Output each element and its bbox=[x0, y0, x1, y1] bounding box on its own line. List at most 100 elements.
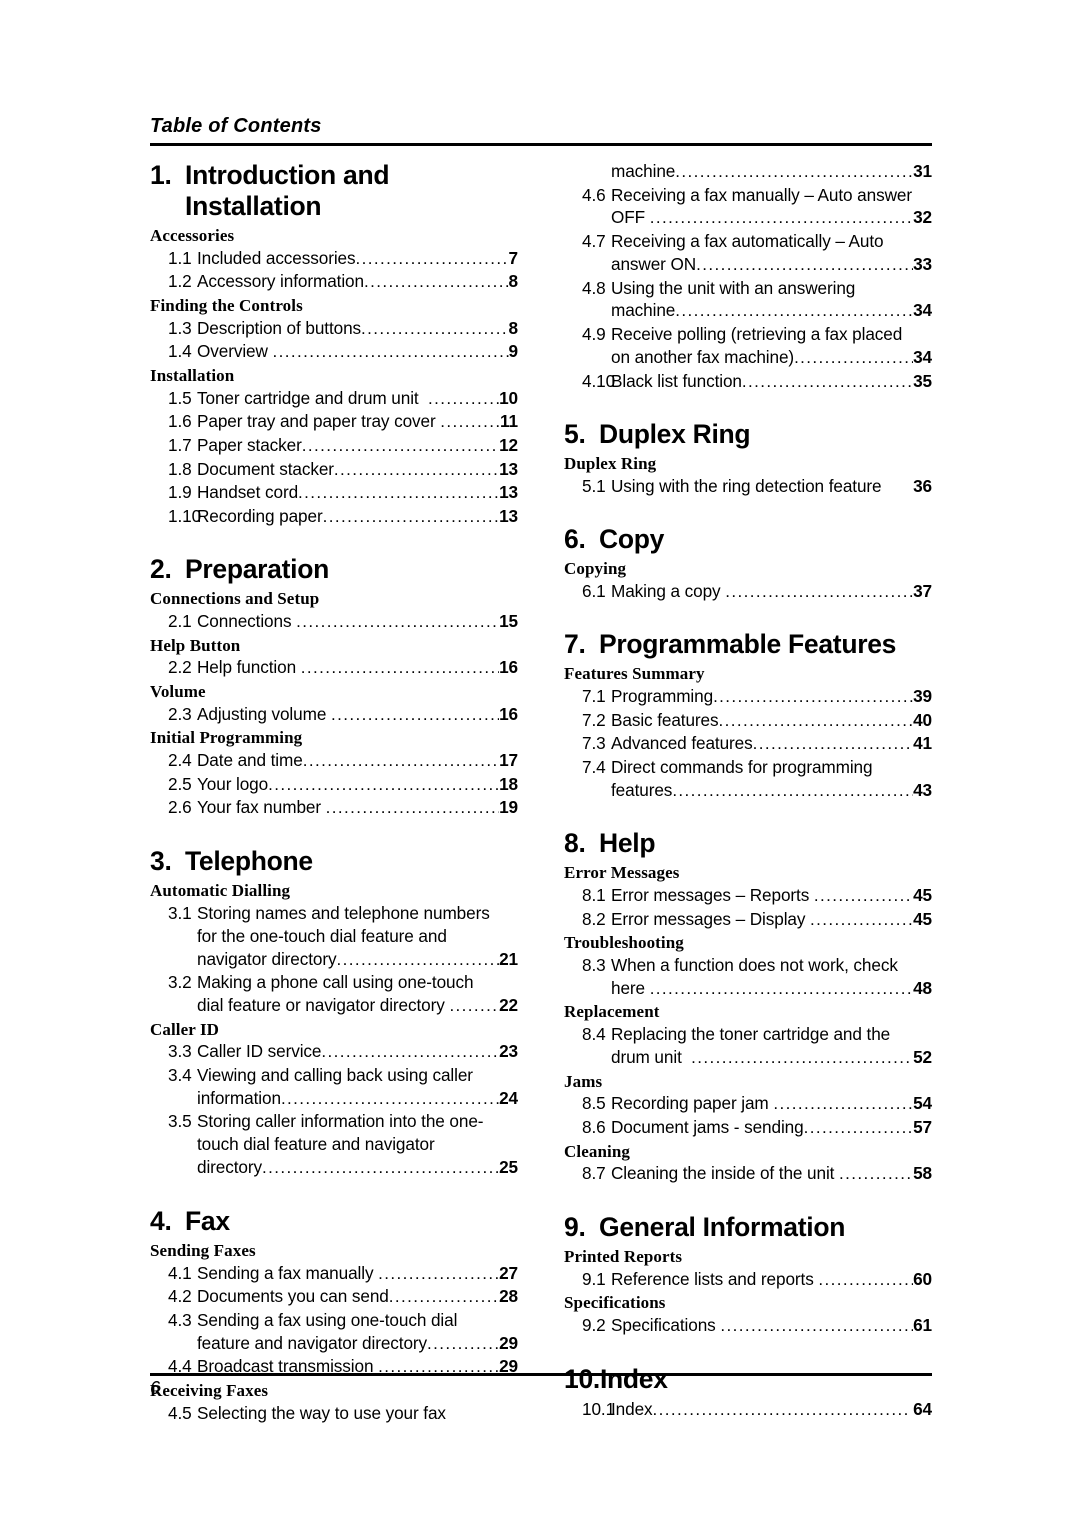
toc-entry-number: 4.8 bbox=[582, 277, 606, 298]
toc-entry[interactable]: 7.3Advanced features 41 bbox=[564, 732, 932, 756]
toc-entry-body: Documents you can send 28 bbox=[197, 1285, 518, 1309]
toc-entry[interactable]: 7.1Programming 39 bbox=[564, 685, 932, 709]
toc-entry[interactable]: 4.10Black list function 35 bbox=[564, 370, 932, 394]
toc-leader-dots bbox=[262, 1157, 499, 1180]
toc-entry-label: Index bbox=[611, 1398, 653, 1419]
toc-entry[interactable]: 4.1Sending a fax manually 27 bbox=[150, 1262, 518, 1286]
toc-entry-body: Included accessories 7 bbox=[197, 247, 518, 271]
toc-column-right: machine 31 4.6Receiving a fax manually – A… bbox=[564, 160, 932, 1424]
toc-entry[interactable]: 8.5Recording paper jam 54 bbox=[564, 1092, 932, 1116]
toc-entry-body: Caller ID service 23 bbox=[197, 1040, 518, 1064]
toc-entry[interactable]: 2.6Your fax number 19 bbox=[150, 796, 518, 820]
toc-entry[interactable]: 2.4Date and time 17 bbox=[150, 749, 518, 773]
toc-chapter[interactable]: 7. Programmable Features bbox=[564, 629, 932, 660]
toc-entry[interactable]: 1.9Handset cord 13 bbox=[150, 481, 518, 505]
toc-leader-dots bbox=[378, 1263, 499, 1286]
toc-entry[interactable]: 8.1Error messages – Reports 45 bbox=[564, 884, 932, 908]
toc-entry[interactable]: 1.8Document stacker 13 bbox=[150, 458, 518, 482]
toc-entry[interactable]: 9.1Reference lists and reports 60 bbox=[564, 1268, 932, 1292]
toc-entry[interactable]: 7.2Basic features 40 bbox=[564, 709, 932, 733]
toc-leader-dots bbox=[814, 885, 913, 908]
toc-entry-body: Adjusting volume 16 bbox=[197, 703, 518, 727]
toc-entry-body: Direct commands for programmingfeatures 4… bbox=[611, 756, 932, 802]
toc-entry[interactable]: 4.3 Sending a fax using one-touch dial fea… bbox=[150, 1309, 518, 1355]
toc-entry[interactable]: 2.5Your logo 18 bbox=[150, 773, 518, 797]
toc-entry[interactable]: 1.5Toner cartridge and drum unit 10 bbox=[150, 387, 518, 411]
toc-entry[interactable]: 8.2Error messages – Display 45 bbox=[564, 908, 932, 932]
toc-entry[interactable]: 4.2Documents you can send 28 bbox=[150, 1285, 518, 1309]
toc-group-heading: Automatic Dialling bbox=[150, 881, 291, 900]
toc-chapter[interactable]: 5. Duplex Ring bbox=[564, 419, 932, 450]
toc-leader-dots bbox=[281, 1088, 499, 1111]
toc-entry[interactable]: 8.6Document jams - sending 57 bbox=[564, 1116, 932, 1140]
toc-entry[interactable]: 1.2Accessory information 8 bbox=[150, 270, 518, 294]
toc-chapter[interactable]: 1. Introduction and Installation bbox=[150, 160, 518, 222]
toc-entry[interactable]: 2.1Connections 15 bbox=[150, 610, 518, 634]
toc-entry[interactable]: 8.7Cleaning the inside of the unit 58 bbox=[564, 1162, 932, 1186]
toc-leader-dots bbox=[691, 1047, 913, 1070]
toc-entry[interactable]: 6.1Making a copy 37 bbox=[564, 580, 932, 604]
toc-entry[interactable]: 8.4 Replacing the toner cartridge and the… bbox=[564, 1023, 932, 1069]
toc-entry-page-number: 60 bbox=[913, 1268, 932, 1289]
toc-entry[interactable]: 10.1Index 64 bbox=[564, 1398, 932, 1422]
toc-chapter-title: Copy bbox=[599, 523, 665, 554]
toc-entry[interactable]: 3.2 Making a phone call using one-touch di… bbox=[150, 971, 518, 1017]
toc-chapter[interactable]: 2. Preparation bbox=[150, 554, 518, 585]
toc-entry[interactable]: 4.7 Receiving a fax automatically – Auto a… bbox=[564, 230, 932, 276]
toc-entry[interactable]: 2.3Adjusting volume 16 bbox=[150, 703, 518, 727]
toc-entry-label: Documents you can send bbox=[197, 1286, 389, 1307]
toc-entry-label: directory bbox=[197, 1157, 263, 1178]
toc-entry-number: 4.3 bbox=[168, 1309, 192, 1330]
toc-entry[interactable]: 4.8 Using the unit with an answering machi… bbox=[564, 277, 932, 323]
toc-entry[interactable]: 1.10Recording paper 13 bbox=[150, 505, 518, 529]
toc-entry-number: 1.1 bbox=[168, 247, 192, 268]
toc-entry[interactable]: 3.3Caller ID service 23 bbox=[150, 1040, 518, 1064]
toc-entry[interactable]: 9.2Specifications 61 bbox=[564, 1314, 932, 1338]
toc-entry[interactable]: 4.5 Selecting the way to use your fax bbox=[150, 1402, 518, 1425]
toc-entry[interactable]: 3.5 Storing caller information into the o… bbox=[150, 1110, 518, 1179]
toc-entry[interactable]: 5.1 Using with the ring detection feature… bbox=[564, 475, 932, 498]
toc-entry-number: 1.4 bbox=[168, 341, 192, 362]
toc-entry[interactable]: 3.1 Storing names and telephone numbers fo… bbox=[150, 902, 518, 971]
toc-entry[interactable]: 1.1Included accessories 7 bbox=[150, 247, 518, 271]
toc-entry-leader-line: Recording paper jam 54 bbox=[611, 1092, 932, 1116]
toc-entry-body: Help function 16 bbox=[197, 656, 518, 680]
toc-entry[interactable]: 4.9 Receive polling (retrieving a fax pla… bbox=[564, 323, 932, 369]
toc-chapter[interactable]: 4. Fax bbox=[150, 1206, 518, 1237]
toc-entry-leader-line: machine 31 bbox=[611, 160, 932, 184]
toc-entry[interactable]: 4.6 Receiving a fax manually – Auto answe… bbox=[564, 184, 932, 230]
toc-entry[interactable]: machine 31 bbox=[564, 160, 932, 184]
toc-entry-page-number: 57 bbox=[913, 1117, 932, 1137]
toc-columns: 1. Introduction and Installation Accessori… bbox=[150, 160, 932, 1424]
toc-chapter[interactable]: 6. Copy bbox=[564, 524, 932, 555]
toc-entry-number: 8.5 bbox=[582, 1093, 606, 1114]
toc-entry[interactable]: 7.4 Direct commands for programming featur… bbox=[564, 756, 932, 802]
toc-chapter-title: Duplex Ring bbox=[599, 419, 751, 450]
toc-chapter[interactable]: 3. Telephone bbox=[150, 846, 518, 877]
toc-leader-dots bbox=[337, 949, 500, 972]
toc-entry-body: machine 31 bbox=[611, 160, 932, 184]
toc-entry[interactable]: 1.3Description of buttons 8 bbox=[150, 317, 518, 341]
toc-chapter[interactable]: 8. Help bbox=[564, 828, 932, 859]
toc-entry[interactable]: 1.4Overview 9 bbox=[150, 340, 518, 364]
toc-entry-leader-line: Error messages – Reports 45 bbox=[611, 884, 932, 908]
toc-entry[interactable]: 3.4 Viewing and calling back using caller… bbox=[150, 1064, 518, 1110]
toc-chapter-number: 3. bbox=[150, 846, 172, 876]
toc-entry-number: 4.7 bbox=[582, 231, 606, 252]
toc-entry-label: Programming bbox=[611, 685, 714, 706]
toc-entry-page-number: 32 bbox=[913, 207, 932, 228]
toc-leader-dots bbox=[303, 750, 499, 773]
toc-chapter[interactable]: 9. General Information bbox=[564, 1212, 932, 1243]
toc-entry-page-number: 9 bbox=[508, 341, 519, 362]
toc-entry-page-number: 13 bbox=[499, 458, 518, 479]
toc-entry-label: Error messages – Display bbox=[611, 908, 811, 929]
toc-chapter-title: General Information bbox=[599, 1211, 846, 1242]
toc-entry[interactable]: 2.2Help function 16 bbox=[150, 656, 518, 680]
toc-entry-leader-line: feature and navigator directory 29 bbox=[197, 1332, 518, 1356]
toc-entry[interactable]: 1.7Paper stacker 12 bbox=[150, 434, 518, 458]
toc-chapter-number: 8. bbox=[564, 828, 586, 859]
toc-entry[interactable]: 8.3 When a function does not work, check h… bbox=[564, 954, 932, 1000]
toc-leader-dots bbox=[675, 300, 913, 323]
toc-entry[interactable]: 1.6Paper tray and paper tray cover 11 bbox=[150, 410, 518, 434]
toc-entry-label: Document stacker bbox=[197, 458, 334, 479]
